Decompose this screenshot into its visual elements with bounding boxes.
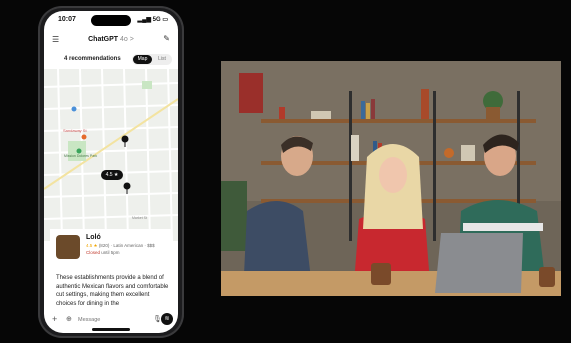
mug [371,263,391,285]
signal-indicator: ▂▄▆ 5G ▭ [137,17,168,23]
view-toggle: Map List [132,54,172,65]
signal-label: 5G [152,17,161,23]
presenter-video [221,61,561,296]
chat-header: ☰ ChatGPT 4o > ✎ [44,33,178,47]
message-input[interactable] [78,315,148,325]
map-graphic: Sandaway St Mission Dolores Park Market … [44,68,178,242]
phone-screen: 10:07 ▂▄▆ 5G ▭ ☰ ChatGPT 4o > ✎ 4 recomm… [44,11,178,333]
place-rating: 4.5 ★ [86,243,98,248]
map-view[interactable]: Sandaway St Mission Dolores Park Market … [44,68,178,242]
model-selector: 4o > [120,36,134,43]
opens-time: until 5pm [101,250,120,255]
map-label: Market St [132,216,147,220]
place-reviews: (820) [98,243,110,248]
video-frame: 10:07 ▂▄▆ 5G ▭ ☰ ChatGPT 4o > ✎ 4 recomm… [0,0,571,343]
place-meta: 4.5 ★ (820) · Latin American · $$$ [86,243,155,249]
place-category: · Latin American · $$$ [110,243,155,248]
new-chat-icon[interactable]: ✎ [163,34,170,43]
laptop [435,233,523,293]
decoration [239,73,263,113]
plus-icon[interactable]: + [52,314,57,324]
place-thumbnail [56,235,80,259]
list-tab[interactable]: List [153,55,171,64]
status-time: 10:07 [58,16,76,23]
map-label: Sandaway St [63,128,87,133]
voice-mode-button[interactable]: ≋ [161,313,173,325]
place-hours: Closed until 5pm [86,250,120,255]
assistant-message: These establishments provide a blend of … [56,275,169,307]
map-pin-icon [121,135,129,147]
recommendations-bar: 4 recommendations Map List [44,53,178,67]
rating-pin[interactable]: 4.5 ★ [101,170,123,180]
place-card[interactable]: Loló 4.5 ★ (820) · Latin American · $$$ … [50,229,172,269]
globe-icon[interactable]: ⊕ [66,315,72,323]
map-pin-icon [123,182,131,194]
map-tab[interactable]: Map [133,55,152,64]
map-label: Mission Dolores Park [64,154,97,158]
place-name: Loló [86,234,101,241]
recommendations-count: 4 recommendations [64,56,121,62]
dynamic-island [91,15,131,26]
home-indicator [92,328,130,331]
closed-status: Closed [86,250,101,255]
status-bar: 10:07 ▂▄▆ 5G ▭ [44,11,178,29]
app-title: ChatGPT [88,36,119,43]
composer: + ⊕ 🎙 ≋ [50,313,173,327]
mug [539,267,555,287]
chat-title[interactable]: ChatGPT 4o > [44,36,178,43]
